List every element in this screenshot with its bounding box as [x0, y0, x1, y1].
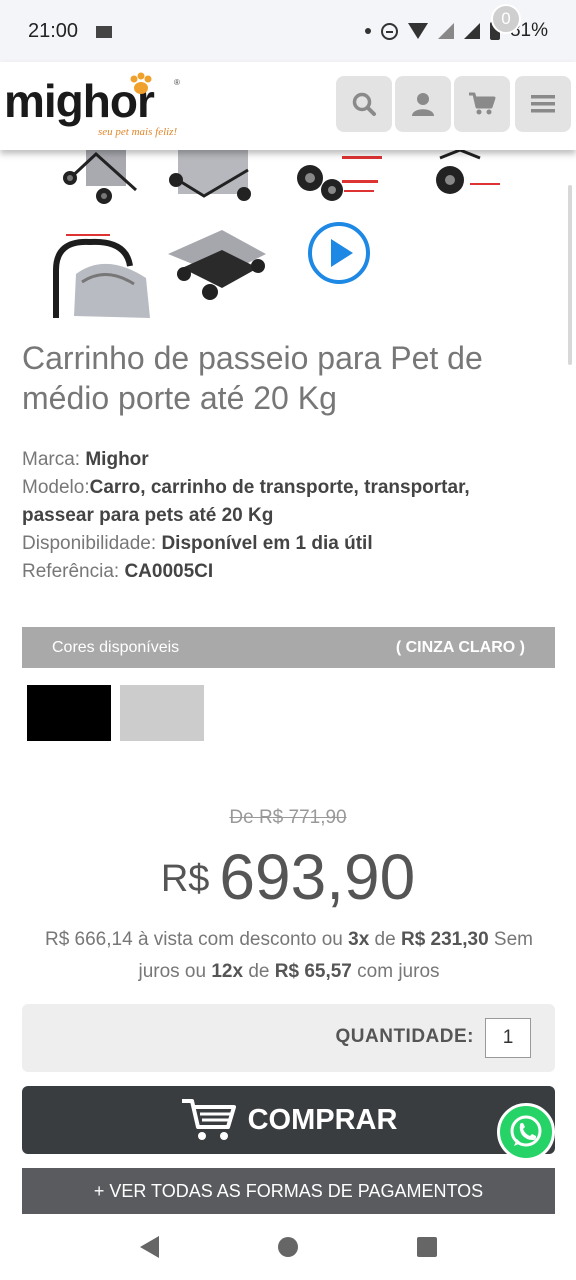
spec-label: Marca: — [22, 449, 81, 470]
installment-value: R$ 231,30 — [400, 929, 489, 950]
color-swatch-black[interactable] — [27, 685, 111, 741]
buy-label: COMPRAR — [247, 1103, 398, 1136]
product-thumbnails — [0, 150, 576, 320]
product-specs: Marca: Mighor Modelo:Carro, carrinho de … — [22, 446, 542, 586]
signal-icon-2 — [463, 23, 480, 39]
paw-icon — [130, 72, 152, 94]
current-price: R$ 693,90 — [0, 840, 576, 914]
logo-tagline: seu pet mais feliz! — [98, 126, 178, 138]
registered-mark: ® — [174, 78, 180, 87]
spec-label: Disponibilidade: — [22, 533, 157, 554]
quantity-label: QUANTIDADE: — [335, 1026, 474, 1047]
installments-text: de — [243, 961, 275, 982]
all-payment-methods-button[interactable]: + VER TODAS AS FORMAS DE PAGAMENTOS — [22, 1168, 555, 1214]
quantity-input[interactable]: 1 — [485, 1018, 531, 1058]
cart-icon — [469, 92, 496, 115]
user-icon — [412, 93, 434, 116]
buy-button[interactable]: COMPRAR — [22, 1086, 555, 1154]
product-thumbnail[interactable] — [162, 224, 270, 306]
back-icon[interactable] — [139, 1236, 159, 1258]
site-header: mighor ® seu pet mais feliz! — [0, 62, 576, 150]
cart-count-badge: 0 — [491, 4, 521, 34]
whatsapp-icon — [510, 1115, 542, 1147]
product-thumbnail[interactable] — [420, 150, 520, 208]
home-icon[interactable] — [277, 1237, 298, 1257]
signal-icon — [437, 23, 454, 39]
colors-header: Cores disponíveis ( CINZA CLARO ) — [22, 627, 555, 668]
spec-value: CA0005CI — [124, 561, 214, 582]
product-thumbnail[interactable] — [56, 150, 148, 208]
spec-brand: Marca: Mighor — [22, 446, 542, 474]
mighor-logo[interactable]: mighor ® seu pet mais feliz! — [4, 70, 184, 142]
spec-label: Referência: — [22, 561, 120, 582]
product-thumbnail[interactable] — [290, 150, 386, 208]
menu-button[interactable] — [515, 76, 571, 132]
spec-value: Carro, carrinho de transporte, transport… — [22, 477, 470, 526]
spec-reference: Referência: CA0005CI — [22, 558, 542, 586]
installment-value: R$ 65,57 — [274, 961, 352, 982]
status-time: 21:00 — [28, 19, 79, 42]
installments-text: à vista com desconto ou — [132, 929, 349, 950]
account-button[interactable] — [395, 76, 451, 132]
installments-text: de — [369, 929, 401, 950]
scrollbar[interactable] — [568, 185, 572, 365]
spec-label: Modelo: — [22, 477, 90, 498]
status-bar: 21:00 81% — [0, 0, 576, 62]
spec-availability: Disponibilidade: Disponível em 1 dia úti… — [22, 530, 542, 558]
shopping-cart-icon — [181, 1099, 236, 1140]
cart-button[interactable] — [454, 76, 510, 132]
old-price: De R$ 771,90 — [229, 807, 347, 828]
product-thumbnail[interactable] — [46, 230, 150, 318]
cash-price: R$ 666,14 — [44, 929, 133, 950]
color-swatch-light-gray[interactable] — [120, 685, 204, 741]
search-icon — [352, 92, 376, 116]
product-title: Carrinho de passeio para Pet de médio po… — [22, 340, 483, 416]
spec-value: Mighor — [85, 449, 149, 470]
recent-apps-icon[interactable] — [416, 1237, 437, 1257]
play-video-icon[interactable] — [308, 222, 370, 284]
installments-count: 12x — [211, 961, 244, 982]
whatsapp-button[interactable] — [497, 1103, 555, 1161]
wifi-icon — [407, 23, 428, 39]
installments-text: com juros — [351, 961, 440, 982]
installments-count: 3x — [348, 929, 370, 950]
notification-dot-icon — [364, 28, 371, 34]
spec-model: Modelo:Carro, carrinho de transporte, tr… — [22, 474, 542, 530]
price-currency: R$ — [160, 858, 210, 900]
product-thumbnail[interactable] — [164, 150, 254, 208]
menu-icon — [531, 95, 555, 113]
colors-label: Cores disponíveis — [52, 638, 180, 656]
do-not-disturb-icon — [380, 22, 398, 40]
system-nav-bar — [0, 1214, 576, 1280]
search-button[interactable] — [336, 76, 392, 132]
quantity-box: QUANTIDADE: 1 — [22, 1004, 555, 1072]
price-value: 693,90 — [219, 841, 416, 913]
spec-value: Disponível em 1 dia útil — [161, 533, 373, 554]
mail-notification-icon — [96, 26, 113, 38]
selected-color: ( CINZA CLARO ) — [395, 638, 525, 656]
installments-info: R$ 666,14 à vista com desconto ou 3x de … — [22, 924, 556, 988]
